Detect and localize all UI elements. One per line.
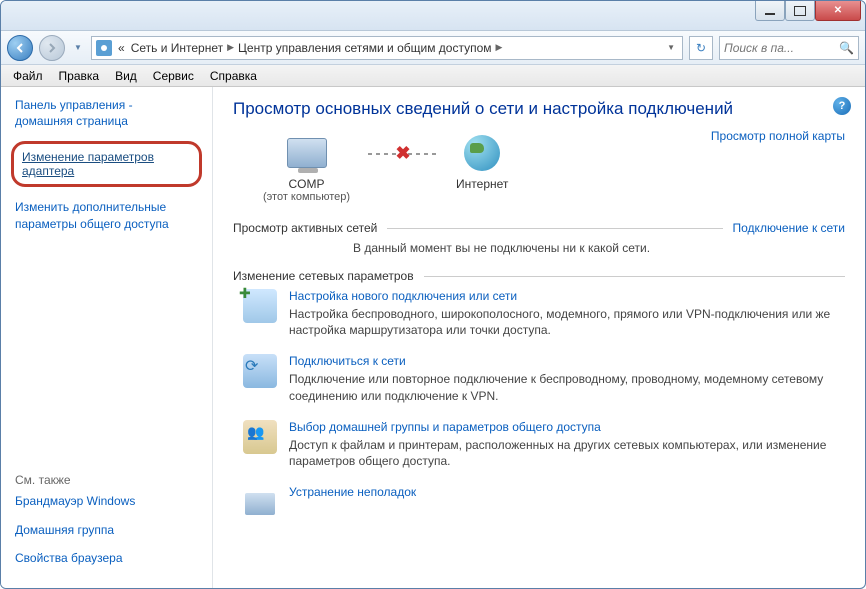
refresh-button[interactable]: ↻ — [689, 36, 713, 60]
main-content: ? Просмотр основных сведений о сети и на… — [213, 87, 865, 588]
connect-network-icon — [243, 354, 277, 388]
breadcrumb: « Сеть и Интернет ▶ Центр управления сет… — [116, 41, 502, 55]
setup-new-connection-item: Настройка нового подключения или сети На… — [243, 289, 845, 338]
menu-tools[interactable]: Сервис — [145, 67, 202, 85]
menu-help[interactable]: Справка — [202, 67, 265, 85]
page-title: Просмотр основных сведений о сети и наст… — [233, 99, 845, 119]
no-network-message: В данный момент вы не подключены ни к ка… — [233, 241, 845, 255]
internet-label: Интернет — [456, 177, 508, 191]
menu-bar: Файл Правка Вид Сервис Справка — [1, 65, 865, 87]
menu-view[interactable]: Вид — [107, 67, 145, 85]
homegroup-link[interactable]: Домашняя группа — [15, 522, 198, 538]
search-input[interactable] — [724, 41, 839, 55]
close-button[interactable] — [815, 1, 861, 21]
active-networks-label: Просмотр активных сетей — [233, 221, 377, 235]
globe-icon — [464, 135, 500, 171]
breadcrumb-network[interactable]: Сеть и Интернет — [129, 41, 225, 55]
advanced-sharing-link[interactable]: Изменить дополнительные параметры общего… — [15, 199, 198, 231]
sidebar: Панель управления - домашняя страница Из… — [1, 87, 213, 588]
minimize-button[interactable] — [755, 1, 785, 21]
chevron-right-icon: ▶ — [227, 42, 234, 53]
setup-connection-link[interactable]: Настройка нового подключения или сети — [289, 289, 845, 303]
homegroup-sharing-desc: Доступ к файлам и принтерам, расположенн… — [289, 437, 845, 469]
troubleshoot-link[interactable]: Устранение неполадок — [289, 485, 416, 499]
menu-file[interactable]: Файл — [5, 67, 51, 85]
homegroup-sharing-item: Выбор домашней группы и параметров общег… — [243, 420, 845, 469]
connect-network-item: Подключиться к сети Подключение или повт… — [243, 354, 845, 403]
firewall-link[interactable]: Брандмауэр Windows — [15, 493, 198, 509]
control-panel-window: ▼ « Сеть и Интернет ▶ Центр управления с… — [0, 0, 866, 589]
see-also-header: См. также — [15, 473, 198, 487]
maximize-button[interactable] — [785, 1, 815, 21]
help-icon[interactable]: ? — [833, 97, 851, 115]
homegroup-sharing-link[interactable]: Выбор домашней группы и параметров общег… — [289, 420, 845, 434]
change-settings-header: Изменение сетевых параметров — [233, 269, 845, 283]
window-titlebar — [1, 1, 865, 31]
setup-connection-desc: Настройка беспроводного, широкополосного… — [289, 306, 845, 338]
troubleshoot-icon — [243, 485, 277, 519]
search-icon[interactable]: 🔍 — [839, 41, 854, 55]
connect-network-link[interactable]: Подключиться к сети — [289, 354, 845, 368]
view-full-map-link[interactable]: Просмотр полной карты — [711, 129, 845, 143]
troubleshoot-item: Устранение неполадок — [243, 485, 845, 519]
homegroup-icon — [243, 420, 277, 454]
forward-button[interactable] — [39, 35, 65, 61]
this-computer-node[interactable]: COMP (этот компьютер) — [263, 133, 350, 203]
network-sharing-icon — [96, 40, 112, 56]
menu-edit[interactable]: Правка — [51, 67, 108, 85]
this-computer-sublabel: (этот компьютер) — [263, 191, 350, 203]
computer-name-label: COMP — [263, 177, 350, 191]
see-also-section: См. также Брандмауэр Windows Домашняя гр… — [15, 473, 198, 578]
network-map: COMP (этот компьютер) ✖ Интернет — [233, 133, 711, 203]
control-panel-home-link[interactable]: Панель управления - домашняя страница — [15, 97, 198, 129]
change-adapter-settings-link[interactable]: Изменение параметров адаптера — [11, 141, 202, 187]
breadcrumb-prefix[interactable]: « — [116, 41, 127, 55]
navigation-bar: ▼ « Сеть и Интернет ▶ Центр управления с… — [1, 31, 865, 65]
connect-network-desc: Подключение или повторное подключение к … — [289, 371, 845, 403]
computer-icon — [287, 138, 327, 168]
setup-connection-icon — [243, 289, 277, 323]
disconnected-icon: ✖ — [393, 143, 413, 163]
change-settings-label: Изменение сетевых параметров — [233, 269, 414, 283]
browser-properties-link[interactable]: Свойства браузера — [15, 550, 198, 566]
back-button[interactable] — [7, 35, 33, 61]
window-body: Панель управления - домашняя страница Из… — [1, 87, 865, 588]
search-box[interactable]: 🔍 — [719, 36, 859, 60]
connect-to-network-link[interactable]: Подключение к сети — [733, 221, 845, 235]
internet-node[interactable]: Интернет — [456, 133, 508, 191]
address-bar[interactable]: « Сеть и Интернет ▶ Центр управления сет… — [91, 36, 683, 60]
chevron-right-icon: ▶ — [496, 42, 503, 53]
connection-line: ✖ — [368, 153, 438, 155]
network-actions-list: Настройка нового подключения или сети На… — [233, 289, 845, 519]
active-networks-header: Просмотр активных сетей Подключение к се… — [233, 221, 845, 235]
breadcrumb-sharing-center[interactable]: Центр управления сетями и общим доступом — [236, 41, 494, 55]
address-dropdown-icon[interactable]: ▼ — [664, 43, 678, 52]
nav-history-dropdown[interactable]: ▼ — [71, 35, 85, 61]
